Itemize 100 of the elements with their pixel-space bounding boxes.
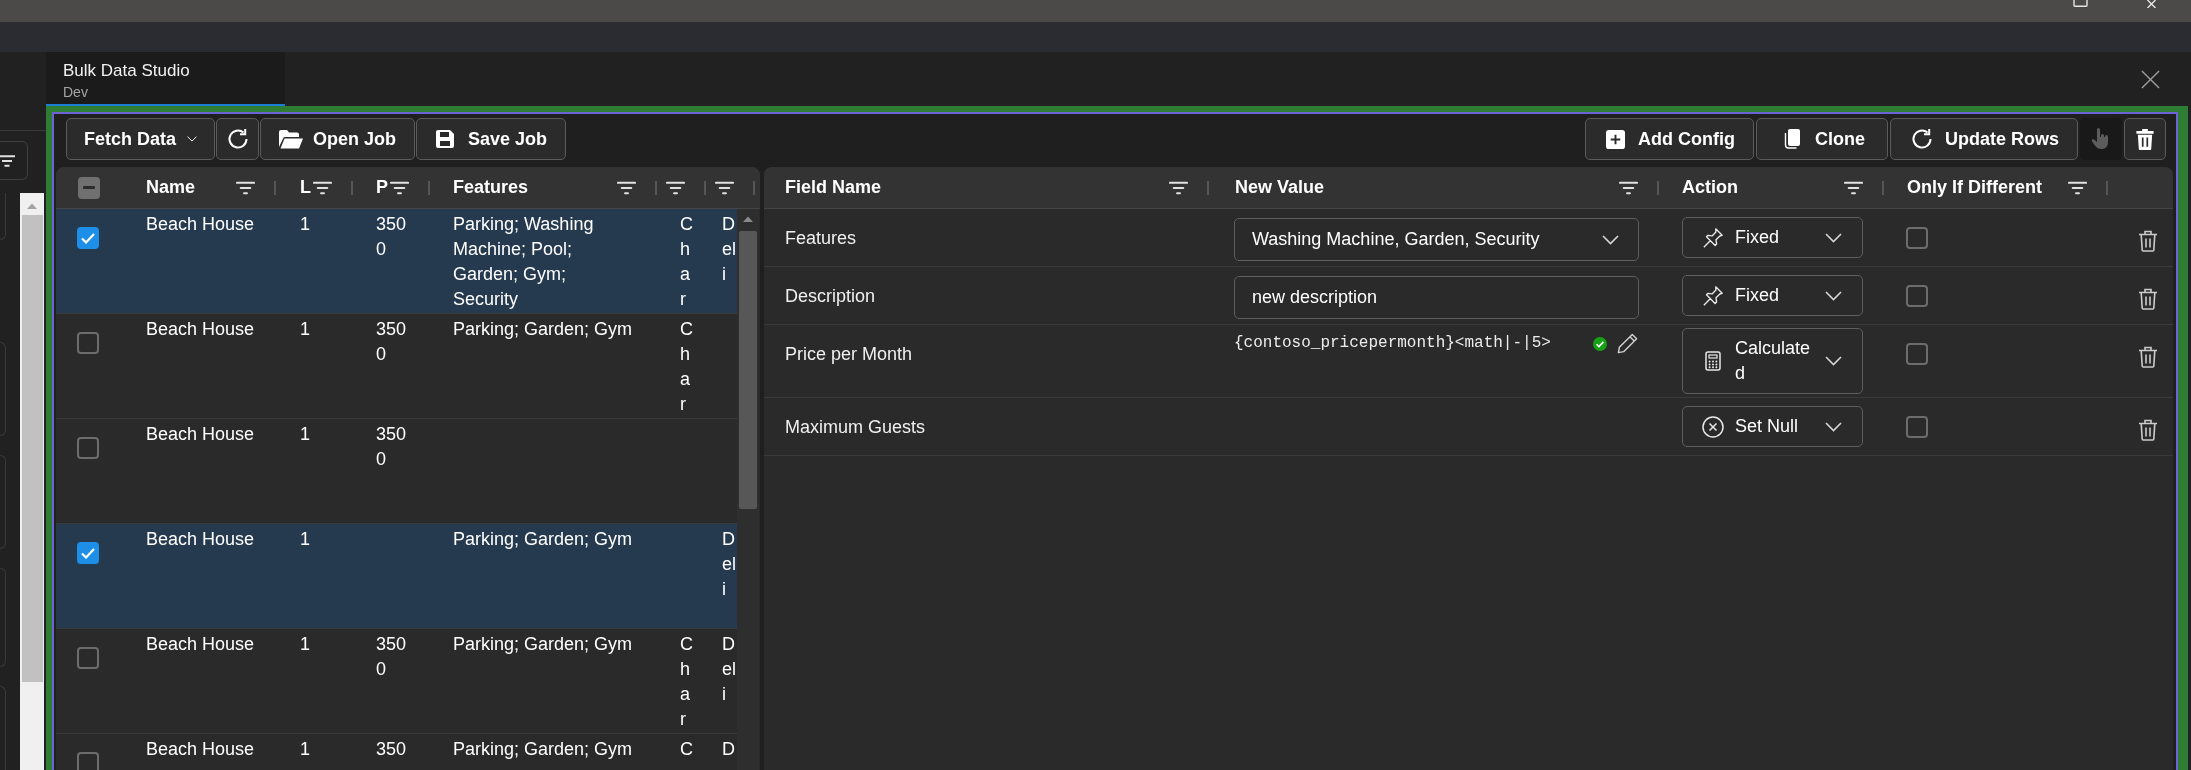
update-rows-button[interactable]: Update Rows <box>1890 118 2078 160</box>
checkbox[interactable] <box>1906 285 1928 307</box>
chevron-down-icon <box>1825 232 1842 243</box>
select-all-checkbox[interactable] <box>78 176 100 199</box>
field-name: Description <box>785 285 876 308</box>
checkbox[interactable] <box>1906 416 1928 438</box>
table-cell-text: Deli <box>722 213 736 286</box>
chevron-down-icon <box>1825 290 1842 301</box>
scrollbar-thumb[interactable] <box>21 215 43 682</box>
checkbox[interactable] <box>1906 227 1928 249</box>
table-cell-text: Char <box>680 213 694 311</box>
trash-icon[interactable] <box>2138 288 2158 310</box>
table-cell-text: Char <box>680 318 694 416</box>
copy-icon <box>1783 129 1801 149</box>
tab[interactable]: Bulk Data Studio Dev <box>46 52 285 106</box>
filter-icon[interactable] <box>1844 180 1863 195</box>
maximize-icon[interactable] <box>2073 0 2088 7</box>
filter-icon[interactable] <box>1619 180 1638 195</box>
calculator-icon <box>1705 351 1721 371</box>
checkmark-icon <box>81 232 95 244</box>
column-header[interactable]: New Value <box>1235 174 1325 201</box>
filter-icon[interactable] <box>236 180 255 195</box>
field-name: Maximum Guests <box>785 416 926 439</box>
column-header[interactable]: Name <box>146 174 196 201</box>
delete-button[interactable] <box>2124 118 2166 160</box>
row-checkbox[interactable] <box>77 542 99 564</box>
table-cell-text: Parking; Garden; Gym <box>453 528 633 551</box>
column-header[interactable]: Field Name <box>785 174 882 201</box>
action-dropdown[interactable]: Calculated <box>1682 328 1863 394</box>
table-row[interactable]: Beach House 1 Parking; Garden; Gym Deli <box>56 524 737 629</box>
action-dropdown[interactable]: Set Null <box>1682 406 1863 447</box>
column-header[interactable]: Only If Different <box>1907 174 2042 201</box>
filter-icon[interactable] <box>715 180 734 195</box>
table-cell-text: Deli <box>722 528 736 601</box>
table-cell-text: 3500 <box>376 633 408 681</box>
row-checkbox[interactable] <box>77 647 99 669</box>
action-dropdown[interactable]: Fixed <box>1682 275 1863 316</box>
table-cell-text: D <box>722 738 735 761</box>
checkbox[interactable] <box>1906 343 1928 365</box>
table-cell-text: Parking; Garden; Gym <box>453 738 633 761</box>
value-dropdown[interactable]: Washing Machine, Garden, Security <box>1234 218 1639 261</box>
filter-icon[interactable] <box>666 180 685 195</box>
field-name: Features <box>785 227 857 250</box>
text-field[interactable]: new description <box>1234 276 1639 319</box>
filter-icon[interactable] <box>617 180 636 195</box>
column-header[interactable]: Action <box>1682 174 1738 201</box>
filter-icon[interactable] <box>390 180 409 195</box>
trash-icon <box>2136 128 2154 150</box>
action-dropdown[interactable]: Fixed <box>1682 217 1863 258</box>
column-header[interactable]: P <box>376 174 388 201</box>
refresh-icon <box>226 128 249 150</box>
filter-icon <box>0 154 15 167</box>
row-checkbox[interactable] <box>77 332 99 354</box>
table-cell-text: Parking; Garden; Gym <box>453 633 633 656</box>
pin-icon <box>1702 284 1724 307</box>
pin-icon <box>1702 226 1724 249</box>
refresh-icon <box>1911 128 1933 150</box>
minus-icon <box>83 186 95 189</box>
scroll-up-icon[interactable] <box>743 216 753 222</box>
column-header[interactable]: Features <box>453 174 529 201</box>
table-cell-text: 1 <box>300 633 310 656</box>
x-circle-icon <box>1702 415 1724 438</box>
row-checkbox[interactable] <box>77 437 99 459</box>
table-cell-text: Beach House <box>146 633 255 656</box>
filter-icon[interactable] <box>1169 180 1188 195</box>
table-cell-text: 1 <box>300 318 310 341</box>
chevron-down-icon <box>1825 356 1842 366</box>
pencil-icon[interactable] <box>1616 332 1639 355</box>
trash-icon[interactable] <box>2138 346 2158 368</box>
filter-icon[interactable] <box>313 180 332 195</box>
plus-icon <box>1606 129 1625 149</box>
fetch-data-button[interactable]: Fetch Data <box>66 118 216 160</box>
trash-icon[interactable] <box>2138 230 2158 252</box>
table-cell-text: 3500 <box>376 423 408 471</box>
table-row[interactable]: Beach House 1 3500 Parking; Washing Machine; Pool; Garden; Gym; Security Char Deli <box>56 209 737 314</box>
folder-icon <box>279 129 304 149</box>
chevron-down-icon <box>187 136 198 142</box>
table-cell-text: Deli <box>722 633 736 706</box>
row-checkbox[interactable] <box>77 752 99 770</box>
table-cell-text: Char <box>680 633 694 731</box>
filter-button[interactable] <box>0 141 28 180</box>
save-icon <box>436 130 455 148</box>
table-cell-text: Parking; Garden; Gym <box>453 318 633 341</box>
row-checkbox[interactable] <box>77 227 99 249</box>
trash-icon[interactable] <box>2138 419 2158 441</box>
add-config-button[interactable]: Add Config <box>1585 118 1754 160</box>
table-cell-text: 1 <box>300 738 310 761</box>
table-cell-text: 1 <box>300 213 310 236</box>
table-cell-text: 350 <box>376 738 407 761</box>
clone-button[interactable]: Clone <box>1755 118 1888 160</box>
open-job-button[interactable]: Open Job <box>260 118 416 160</box>
column-header[interactable]: L <box>300 174 311 201</box>
table-cell-text: 1 <box>300 423 310 446</box>
filter-icon[interactable] <box>2068 180 2087 195</box>
checkmark-icon <box>81 547 95 559</box>
scrollbar-thumb[interactable] <box>739 231 757 509</box>
save-job-button[interactable]: Save Job <box>416 118 567 160</box>
refresh-button[interactable] <box>216 118 260 160</box>
close-icon[interactable] <box>2141 69 2160 89</box>
formula-text: {contoso_pricepermonth}<math|-|5> <box>1234 333 1551 353</box>
